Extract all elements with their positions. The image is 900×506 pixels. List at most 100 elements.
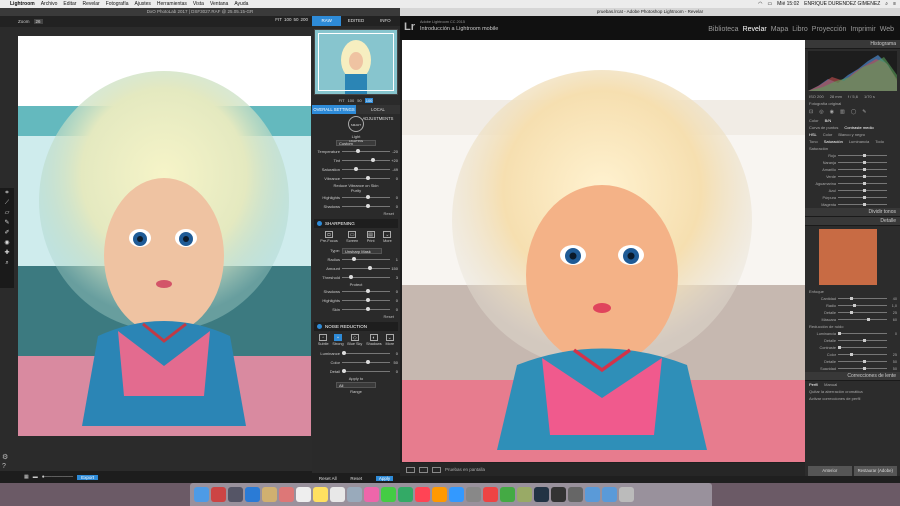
histogram-header[interactable]: Histograma	[805, 40, 900, 49]
module-web[interactable]: Web	[880, 26, 894, 33]
saturation-slider[interactable]: Saturation -49	[314, 165, 398, 174]
luminance-slider[interactable]: Luminance 0	[314, 349, 398, 358]
menu-editar[interactable]: Editar	[63, 1, 76, 7]
lr-mobile-link[interactable]: Introducción a Lightroom mobile	[420, 26, 498, 32]
calendar-icon[interactable]	[296, 487, 311, 502]
safari-icon[interactable]	[245, 487, 260, 502]
lr-noise-smoothness[interactable]: Suavidad 50	[805, 365, 900, 372]
menu-vista[interactable]: Vista	[193, 1, 204, 7]
reset-all-button[interactable]: Reset All	[319, 476, 337, 481]
radial-filter-icon[interactable]: ◯	[851, 109, 857, 115]
lens-tab-manual[interactable]: Manual	[824, 382, 837, 387]
previous-button[interactable]: Anterior	[808, 466, 852, 476]
chrome-icon[interactable]	[483, 487, 498, 502]
mail-icon[interactable]	[262, 487, 277, 502]
zoom-fit-button[interactable]: FIT	[275, 17, 282, 22]
module-biblioteca[interactable]: Biblioteca	[708, 26, 738, 33]
settings-gear-icon[interactable]: ⚙	[2, 453, 8, 461]
redeye-lr-icon[interactable]: ◉	[830, 109, 834, 115]
lr-sharpen-masking[interactable]: Máscara 60	[805, 316, 900, 323]
contacts-icon[interactable]	[279, 487, 294, 502]
sharpening-type-select[interactable]: Unsharp Mask	[342, 247, 382, 254]
dxo-photo[interactable]	[18, 36, 311, 436]
lens-tab-perfil[interactable]: Perfil	[809, 382, 818, 387]
tab-color[interactable]: Color	[823, 132, 833, 137]
tab-hsl[interactable]: HSL	[809, 132, 817, 137]
preset-prefocus[interactable]: ◘ Pre-Focus	[320, 231, 338, 243]
lr-noise-color-detail[interactable]: Detalle 50	[805, 358, 900, 365]
sharpening-header[interactable]: SHARPENING	[314, 219, 398, 228]
subtab-luminancia[interactable]: Luminancia	[849, 139, 869, 144]
hsl-slider-amarillo[interactable]: Amarillo	[805, 166, 900, 173]
soft-proofing-checkbox[interactable]: Pruebas en pantalla	[445, 467, 485, 472]
preset-bluesky[interactable]: ◇ Blue Sky	[347, 334, 362, 346]
spotlight-icon[interactable]: ⌕	[885, 1, 888, 7]
protect-skin-slider[interactable]: Skin 0	[314, 305, 398, 314]
nav-zoom-fit[interactable]: FIT	[339, 98, 345, 103]
messages-icon[interactable]	[381, 487, 396, 502]
photos-icon[interactable]	[364, 487, 379, 502]
menu-fotografia[interactable]: Fotografía	[106, 1, 129, 7]
tab-raw[interactable]: RAW	[312, 16, 342, 26]
amount-slider[interactable]: Amount 150	[314, 264, 398, 273]
finder-icon[interactable]	[194, 487, 209, 502]
highlights-slider[interactable]: Highlights 0	[314, 193, 398, 202]
sharpening-reset-button[interactable]: Reset	[314, 314, 398, 319]
lr-sharpen-amount[interactable]: Cantidad 40	[805, 295, 900, 302]
lr-noise-color[interactable]: Color 25	[805, 351, 900, 358]
grid-view-icon[interactable]: ▦	[24, 474, 29, 480]
radius-slider[interactable]: Radius 1	[314, 255, 398, 264]
hsl-slider-azul[interactable]: Azul	[805, 187, 900, 194]
preset-screen[interactable]: ▭ Screen	[346, 231, 358, 243]
smart-lighting-button[interactable]: SMART LIGHTING	[348, 116, 364, 143]
shadows-slider[interactable]: Shadows 0	[314, 202, 398, 211]
trash-icon[interactable]	[619, 487, 634, 502]
hsl-slider-aguamarina[interactable]: Aguamarina	[805, 180, 900, 187]
zoom-value[interactable]: 26	[33, 19, 43, 24]
preset-more-noise[interactable]: ⌄ More	[385, 334, 394, 346]
preset-more[interactable]: ⌄ More	[383, 231, 392, 243]
nav-zoom-100[interactable]: 100	[348, 98, 355, 103]
module-revelar[interactable]: Revelar	[743, 26, 767, 33]
help-icon[interactable]: ?	[2, 463, 8, 470]
app-icon[interactable]	[517, 487, 532, 502]
menu-ayuda[interactable]: Ayuda	[234, 1, 248, 7]
protect-shadows-slider[interactable]: Shadows 0	[314, 287, 398, 296]
zoom-icon[interactable]: ⌕	[0, 258, 14, 268]
menu-archivo[interactable]: Archivo	[41, 1, 58, 7]
hsl-slider-rojo[interactable]: Rojo	[805, 152, 900, 159]
tab-overall-settings[interactable]: OVERALL SETTINGS	[312, 105, 356, 114]
module-proyeccion[interactable]: Proyección	[812, 26, 847, 33]
subtab-saturacion[interactable]: Saturación	[824, 139, 843, 144]
detail-header[interactable]: Detalle	[805, 217, 900, 226]
crop-icon[interactable]: ⌗	[0, 188, 14, 198]
crop-overlay-icon[interactable]: ⊡	[809, 109, 813, 115]
utorrent-icon[interactable]	[500, 487, 515, 502]
ibooks-icon[interactable]	[432, 487, 447, 502]
module-imprimir[interactable]: Imprimir	[850, 26, 875, 33]
threshold-slider[interactable]: Threshold 3	[314, 273, 398, 282]
system-preferences-icon[interactable]	[466, 487, 481, 502]
menu-revelar[interactable]: Revelar	[82, 1, 99, 7]
enable-profile-checkbox[interactable]: Activar correcciones de perfil	[805, 395, 900, 402]
detail-noise-slider[interactable]: Detail 0	[314, 367, 398, 376]
noise-toggle-icon[interactable]	[317, 324, 322, 329]
redeye-icon[interactable]: ◉	[0, 238, 14, 248]
preset-print[interactable]: ▤ Print	[366, 231, 375, 243]
light-reset-button[interactable]: Reset	[314, 211, 398, 216]
compare-icon[interactable]	[432, 466, 441, 473]
battery-icon[interactable]: ▭	[767, 1, 772, 7]
graduated-filter-icon[interactable]: ▥	[840, 109, 845, 115]
wifi-icon[interactable]: ◠	[758, 1, 762, 7]
menu-list-icon[interactable]: ≡	[893, 1, 896, 7]
menu-ventana[interactable]: Ventana	[210, 1, 228, 7]
straighten-icon[interactable]: ⟋	[0, 198, 14, 208]
hsl-slider-naranja[interactable]: Naranja	[805, 159, 900, 166]
menu-app-name[interactable]: Lightroom	[10, 1, 35, 7]
spot-removal-icon[interactable]: ◎	[819, 109, 823, 115]
split-toning-header[interactable]: Dividir tonos	[805, 208, 900, 217]
facetime-icon[interactable]	[398, 487, 413, 502]
lens-corrections-header[interactable]: Correcciones de lente	[805, 372, 900, 381]
temperature-slider[interactable]: Temperature -20	[314, 147, 398, 156]
sharpening-toggle-icon[interactable]	[317, 221, 322, 226]
